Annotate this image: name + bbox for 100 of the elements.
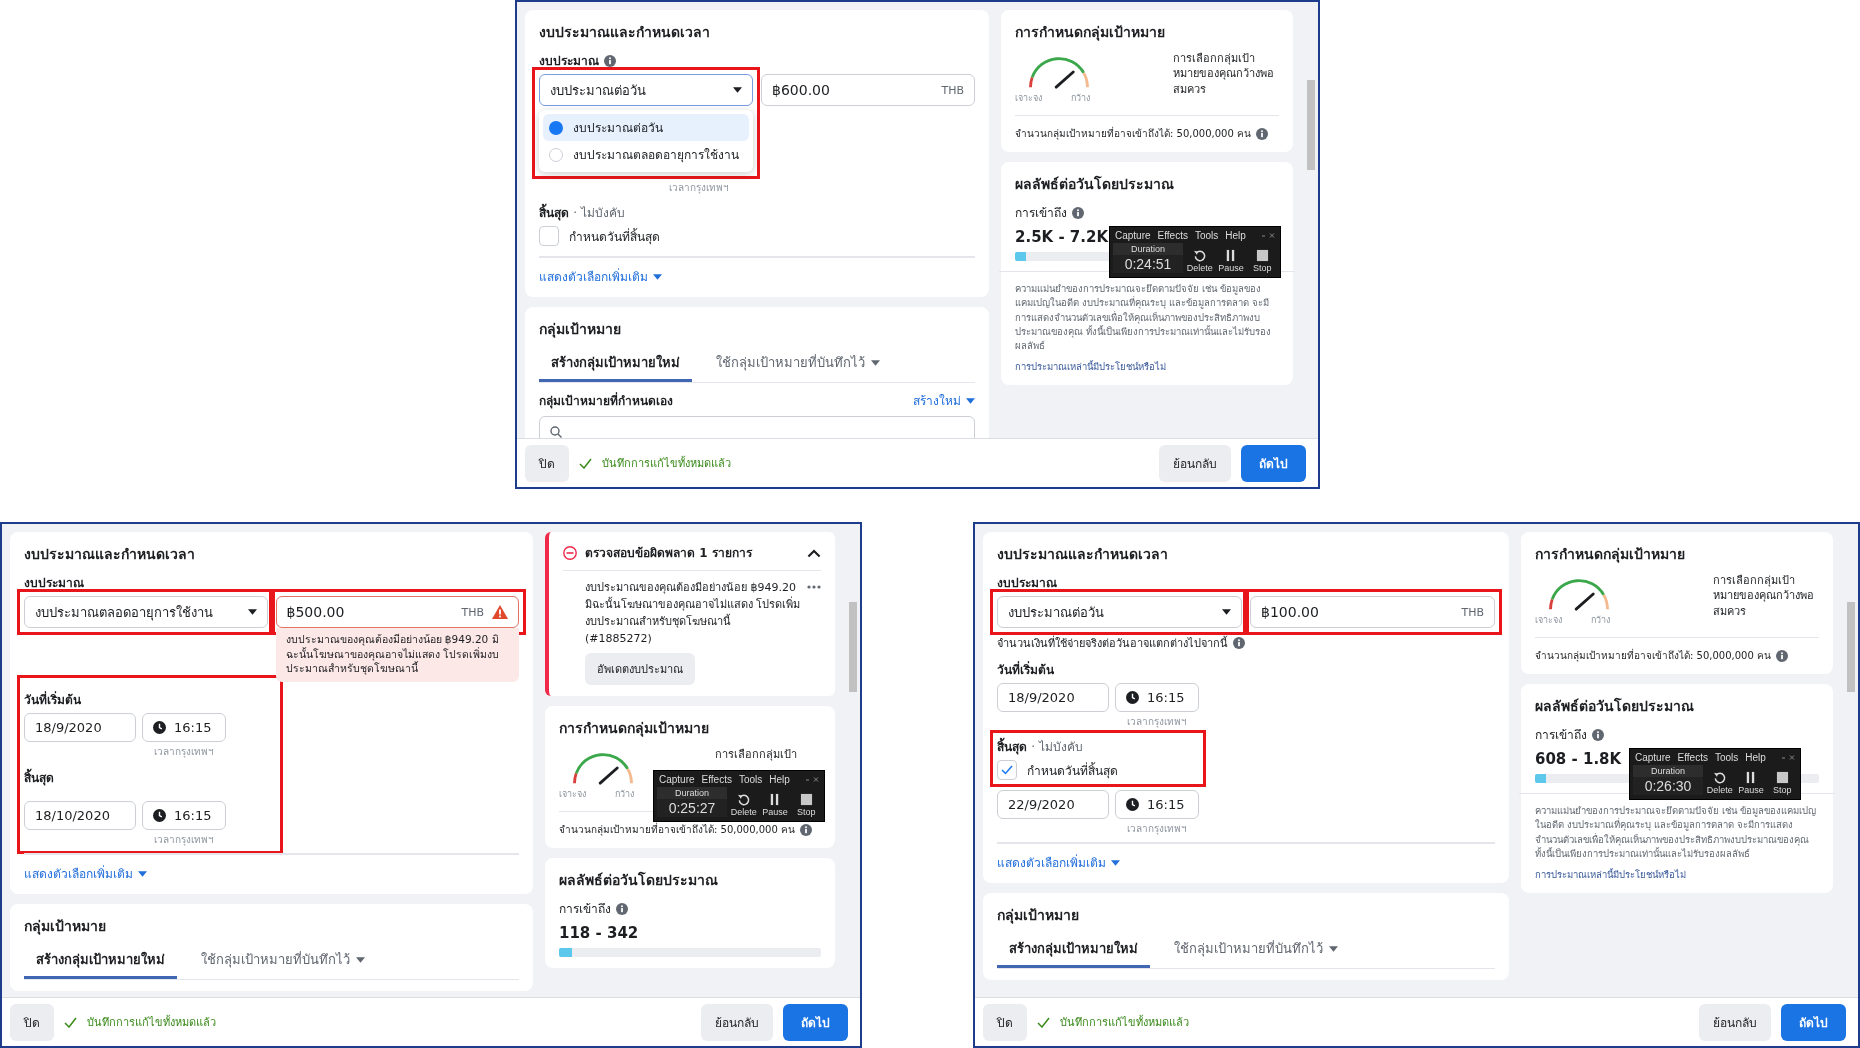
menu-item[interactable]: Tools (1194, 230, 1219, 241)
time-field[interactable]: 16:15 (142, 713, 226, 743)
create-new-link[interactable]: สร้างใหม่ (913, 391, 975, 410)
more-options-link[interactable]: แสดงตัวเลือกเพิ่มเติม (24, 864, 147, 884)
date-field[interactable]: 18/10/2020 (24, 801, 136, 831)
recorder-button[interactable]: Delete (729, 787, 759, 818)
caret-icon (653, 273, 662, 280)
more-options-link[interactable]: แสดงตัวเลือกเพิ่มเติม (539, 267, 662, 286)
recorder-button[interactable]: Pause (760, 787, 790, 818)
dropdown-option[interactable]: งบประมาณตลอดอายุการใช้งาน (543, 141, 749, 168)
budget-type-select[interactable]: งบประมาณต่อวัน (539, 74, 753, 106)
feedback-link[interactable]: การประมาณเหล่านี้มีประโยชน์หรือไม่ (1015, 359, 1166, 375)
caret-icon (247, 609, 257, 615)
back-button[interactable]: ย้อนกลับ (1699, 1003, 1771, 1041)
menu-item[interactable]: Tools (1714, 752, 1739, 763)
menu-item[interactable]: Effects (1157, 230, 1188, 241)
window-controls-icon[interactable] (1781, 754, 1795, 761)
menu-item[interactable]: Help (1225, 230, 1246, 241)
stop-icon (1775, 771, 1789, 784)
section-title: การกำหนดกลุ่มเป้าหมาย (1535, 545, 1686, 565)
metric-label: การเข้าถึง (1015, 205, 1067, 222)
timer-display: 0:26:30 (1633, 777, 1703, 795)
amount-field[interactable]: ฿600.00 THB (761, 74, 975, 106)
saved-status: บันทึกการแก้ไขทั้งหมดแล้ว (1060, 1014, 1189, 1031)
tab[interactable]: สร้างกลุ่มเป้าหมายใหม่ (997, 934, 1150, 968)
menu-item[interactable]: Effects (701, 774, 732, 786)
tab[interactable]: ใช้กลุ่มเป้าหมายที่บันทึกไว้ (1162, 934, 1350, 968)
next-button[interactable]: ถัดไป (1241, 444, 1306, 482)
date-field[interactable]: 22/9/2020 (997, 790, 1109, 819)
stop-icon (1255, 249, 1269, 262)
more-icon[interactable] (807, 585, 821, 589)
menu-item[interactable]: Capture (1115, 230, 1151, 241)
recorder-button[interactable]: Delete (1705, 765, 1735, 795)
more-options-link[interactable]: แสดงตัวเลือกเพิ่มเติม (997, 853, 1120, 872)
tab[interactable]: สร้างกลุ่มเป้าหมายใหม่ (24, 945, 177, 980)
caret-icon (1111, 859, 1120, 866)
menu-item[interactable]: Capture (659, 774, 695, 786)
caret-icon (1222, 609, 1231, 615)
update-budget-button[interactable]: อัพเดตงบประมาณ (585, 653, 695, 686)
menu-item[interactable]: Capture (1635, 752, 1671, 763)
back-button[interactable]: ย้อนกลับ (1159, 444, 1231, 482)
currency-label: THB (461, 605, 484, 619)
field-label: งบประมาณ (24, 575, 84, 592)
reach-range: 2.5K - 7.2K (1015, 228, 1109, 246)
menu-item[interactable]: Help (769, 774, 790, 786)
dropdown-option[interactable]: งบประมาณต่อวัน (543, 114, 749, 141)
radio-button[interactable] (549, 120, 563, 135)
recorder-button[interactable]: Stop (1767, 765, 1797, 795)
budget-type-select[interactable]: งบประมาณต่อวัน (997, 596, 1242, 628)
duration-label: Duration (675, 787, 709, 800)
time-field[interactable]: 16:15 (142, 801, 226, 831)
close-button[interactable]: ปิด (10, 1003, 54, 1041)
checkbox-label: กำหนดวันที่สิ้นสุด (569, 227, 660, 246)
gauge-label: กว้าง (615, 788, 635, 802)
field-label: งบประมาณ (539, 53, 599, 70)
field-label: วันที่เริ่มต้น (24, 690, 81, 710)
clock-icon (1126, 798, 1139, 811)
tab[interactable]: สร้างกลุ่มเป้าหมายใหม่ (539, 348, 692, 382)
date-field[interactable]: 18/9/2020 (997, 683, 1109, 712)
info-icon (800, 823, 812, 836)
section-title: กลุ่มเป้าหมาย (997, 906, 1080, 926)
timezone-label: เวลากรุงเทพฯ (153, 833, 215, 848)
field-label: กลุ่มเป้าหมายที่กำหนดเอง (539, 391, 673, 410)
menu-item[interactable]: Effects (1677, 752, 1708, 763)
tab[interactable]: ใช้กลุ่มเป้าหมายที่บันทึกไว้ (704, 348, 892, 382)
next-button[interactable]: ถัดไป (1781, 1003, 1846, 1041)
amount-field[interactable]: ฿500.00 THB (275, 596, 519, 628)
check-icon (64, 1016, 77, 1028)
menu-item[interactable]: Tools (738, 774, 763, 786)
section-title: การกำหนดกลุ่มเป้าหมาย (1015, 23, 1166, 43)
recorder-button[interactable]: Delete (1185, 243, 1215, 273)
close-button[interactable]: ปิด (525, 444, 569, 482)
feedback-link[interactable]: การประมาณเหล่านี้มีประโยชน์หรือไม่ (1535, 867, 1686, 882)
menu-item[interactable]: Help (1745, 752, 1766, 763)
audience-size: จำนวนกลุ่มเป้าหมายที่อาจเข้าถึงได้: 50,000,000 คน (1015, 126, 1251, 141)
checkbox[interactable] (539, 226, 559, 246)
timezone-label: เวลากรุงเทพฯ (1126, 822, 1188, 836)
audience-verdict: การเลือกกลุ่มเป้า (715, 747, 798, 763)
tab[interactable]: ใช้กลุ่มเป้าหมายที่บันทึกไว้ (189, 945, 377, 980)
info-icon (1776, 649, 1788, 662)
next-button[interactable]: ถัดไป (783, 1003, 848, 1041)
recorder-button[interactable]: Stop (791, 787, 821, 818)
date-field[interactable]: 18/9/2020 (24, 713, 136, 743)
gauge-label: เจาะจง (559, 788, 587, 802)
amount-field[interactable]: ฿100.00 THB (1250, 596, 1495, 628)
recorder-button[interactable]: Pause (1216, 243, 1246, 273)
duration-label: Duration (1131, 243, 1165, 255)
close-button[interactable]: ปิด (983, 1003, 1027, 1041)
timezone-label: เวลากรุงเทพฯ (153, 745, 215, 760)
window-controls-icon[interactable] (805, 776, 819, 783)
checkbox[interactable] (997, 760, 1017, 780)
budget-type-select[interactable]: งบประมาณตลอดอายุการใช้งาน (24, 596, 268, 628)
recorder-button[interactable]: Stop (1247, 243, 1277, 273)
time-field[interactable]: 16:15 (1115, 683, 1199, 712)
section-title: งบประมาณและกำหนดเวลา (997, 545, 1169, 564)
recorder-button[interactable]: Pause (1736, 765, 1766, 795)
window-controls-icon[interactable] (1261, 232, 1275, 239)
time-field[interactable]: 16:15 (1115, 790, 1199, 819)
audience-verdict: การเลือกกลุ่มเป้าหมายของคุณกว้างพอสมควร (1713, 573, 1815, 620)
back-button[interactable]: ย้อนกลับ (701, 1003, 773, 1041)
